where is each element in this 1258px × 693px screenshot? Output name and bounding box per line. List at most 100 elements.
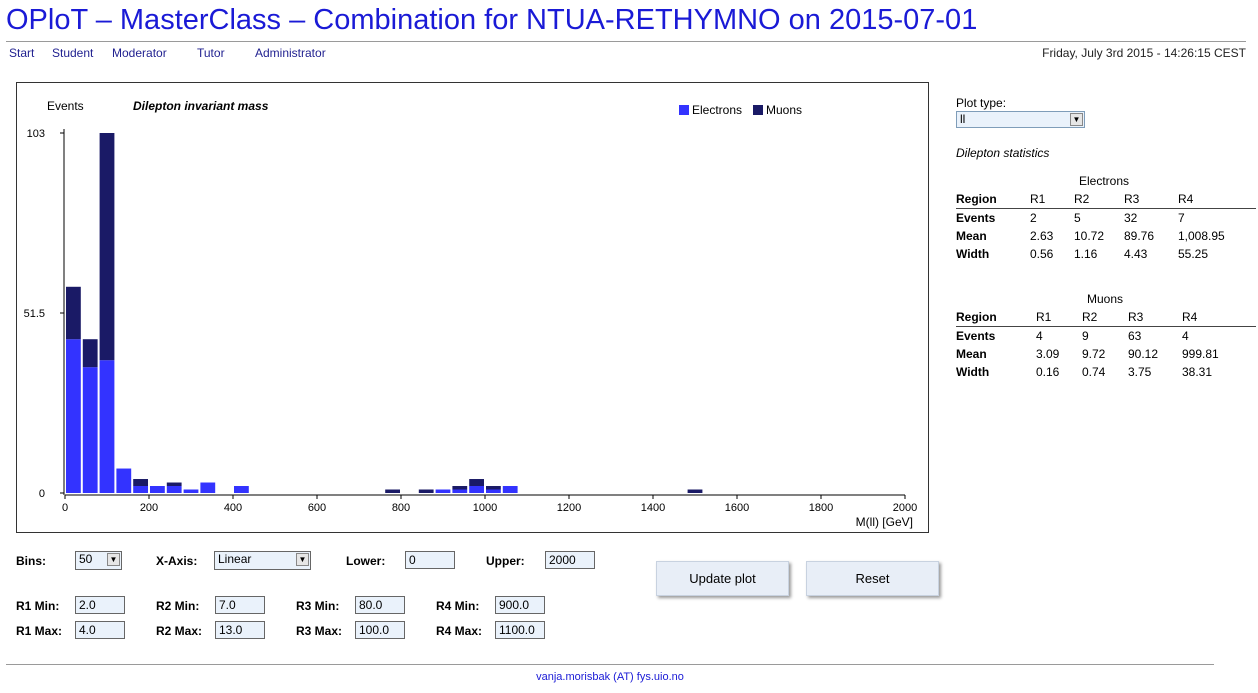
reset-button[interactable]: Reset	[806, 561, 939, 596]
x-tick-label: 1200	[557, 502, 581, 514]
stats-row: Events 4 9 63 4	[956, 327, 1256, 346]
bar-electrons	[133, 486, 148, 493]
bar-muons	[418, 489, 434, 493]
bar-electrons	[502, 486, 518, 493]
chevron-down-icon: ▼	[1070, 113, 1083, 126]
stats-header-row: Region R1 R2 R3 R4	[956, 308, 1256, 327]
bar-electrons	[66, 339, 81, 493]
r1-min-input[interactable]: 2.0	[75, 596, 125, 614]
lower-label: Lower:	[346, 554, 386, 568]
update-plot-button[interactable]: Update plot	[656, 561, 789, 596]
stats-row-label: Mean	[956, 229, 987, 243]
footer-contact[interactable]: vanja.morisbak (AT) fys.uio.no	[0, 671, 1220, 683]
plot-type-value: ll	[960, 112, 966, 126]
bar-electrons	[99, 360, 115, 493]
stats-row-label: Events	[956, 329, 996, 343]
stats-cell: 2.63	[1030, 229, 1054, 243]
bins-label: Bins:	[16, 554, 46, 568]
stats-cell: 7	[1178, 211, 1185, 225]
histogram-panel: 0 51.5 103 0 200 400 600 800 1000 1200 1400 1600 180…	[16, 82, 929, 533]
current-datetime: Friday, July 3rd 2015 - 14:26:15 CEST	[1042, 46, 1246, 60]
stats-cell: 999.81	[1182, 347, 1219, 361]
upper-input[interactable]: 2000	[545, 551, 595, 569]
stats-header-cell: R3	[1128, 310, 1144, 324]
stats-cell: 63	[1128, 329, 1142, 343]
bar-electrons	[183, 489, 199, 493]
x-tick-label: 600	[308, 502, 326, 514]
stats-header-cell: R4	[1178, 192, 1194, 206]
plot-type-select[interactable]: ll ▼	[956, 111, 1085, 128]
xaxis-value: Linear	[218, 552, 252, 566]
stats-header-cell: R3	[1124, 192, 1140, 206]
bins-select[interactable]: 50 ▼	[75, 551, 122, 570]
plot-type-label: Plot type:	[956, 96, 1007, 110]
bins-value: 50	[79, 552, 93, 566]
bar-muons	[66, 286, 81, 340]
electrons-caption: Electrons	[1079, 174, 1130, 188]
bar-electrons	[200, 482, 216, 493]
stats-row: Width 0.56 1.16 4.43 55.25	[956, 245, 1256, 263]
r1-min-label: R1 Min:	[16, 599, 60, 613]
stats-header-cell: Region	[956, 192, 997, 206]
nav-start[interactable]: Start	[9, 46, 34, 60]
stats-cell: 1,008.95	[1178, 229, 1225, 243]
stats-cell: 2	[1030, 211, 1037, 225]
y-axis-label: Events	[47, 99, 84, 113]
r4-max-label: R4 Max:	[436, 624, 483, 638]
stats-title: Dilepton statistics	[956, 146, 1050, 160]
bar-muons	[385, 489, 400, 493]
x-axis-label: M(ll) [GeV]	[856, 515, 913, 529]
bar-electrons	[150, 486, 165, 493]
r2-min-input[interactable]: 7.0	[215, 596, 265, 614]
stats-cell: 0.16	[1036, 365, 1060, 379]
stats-cell: 38.31	[1182, 365, 1213, 379]
stats-cell: 9.72	[1082, 347, 1106, 361]
x-tick-label: 1000	[473, 502, 497, 514]
r1-max-input[interactable]: 4.0	[75, 621, 125, 639]
stats-cell: 5	[1074, 211, 1081, 225]
stats-cell: 4	[1036, 329, 1043, 343]
bar-electrons	[469, 486, 484, 493]
nav-moderator[interactable]: Moderator	[112, 46, 167, 60]
footer-divider	[6, 664, 1214, 665]
r1-max-label: R1 Max:	[16, 624, 63, 638]
x-tick-label: 2000	[893, 502, 917, 514]
r4-max-input[interactable]: 1100.0	[495, 621, 545, 639]
upper-label: Upper:	[486, 554, 525, 568]
lower-input[interactable]: 0	[405, 551, 455, 569]
nav-student[interactable]: Student	[52, 46, 93, 60]
y-tick-label: 0	[39, 488, 45, 500]
r3-max-label: R3 Max:	[296, 624, 343, 638]
bar-muons	[486, 486, 501, 490]
bar-electrons	[234, 486, 249, 493]
stats-cell: 3.75	[1128, 365, 1152, 379]
x-tick-label: 1400	[641, 502, 665, 514]
stats-cell: 90.12	[1128, 347, 1159, 361]
nav-tutor[interactable]: Tutor	[197, 46, 225, 60]
r2-max-input[interactable]: 13.0	[215, 621, 265, 639]
chevron-down-icon: ▼	[296, 553, 309, 566]
stats-header-cell: Region	[956, 310, 997, 324]
stats-cell: 55.25	[1178, 247, 1209, 261]
stats-header-cell: R1	[1036, 310, 1052, 324]
r4-min-input[interactable]: 900.0	[495, 596, 545, 614]
stats-cell: 32	[1124, 211, 1138, 225]
stats-row-label: Mean	[956, 347, 987, 361]
legend-label-electrons: Electrons	[692, 103, 742, 117]
bar-muons	[452, 486, 468, 490]
bar-muons	[469, 479, 484, 487]
bar-electrons	[82, 367, 98, 493]
y-tick-label: 103	[27, 128, 45, 140]
legend-swatch-muons	[753, 105, 763, 115]
x-tick-label: 400	[224, 502, 242, 514]
stats-cell: 3.09	[1036, 347, 1060, 361]
r3-min-input[interactable]: 80.0	[355, 596, 405, 614]
nav-administrator[interactable]: Administrator	[255, 46, 326, 60]
x-tick-label: 0	[62, 502, 68, 514]
stats-cell: 4.43	[1124, 247, 1148, 261]
stats-cell: 1.16	[1074, 247, 1098, 261]
r2-max-label: R2 Max:	[156, 624, 203, 638]
xaxis-select[interactable]: Linear ▼	[214, 551, 311, 570]
r3-max-input[interactable]: 100.0	[355, 621, 405, 639]
x-tick-label: 1800	[809, 502, 833, 514]
